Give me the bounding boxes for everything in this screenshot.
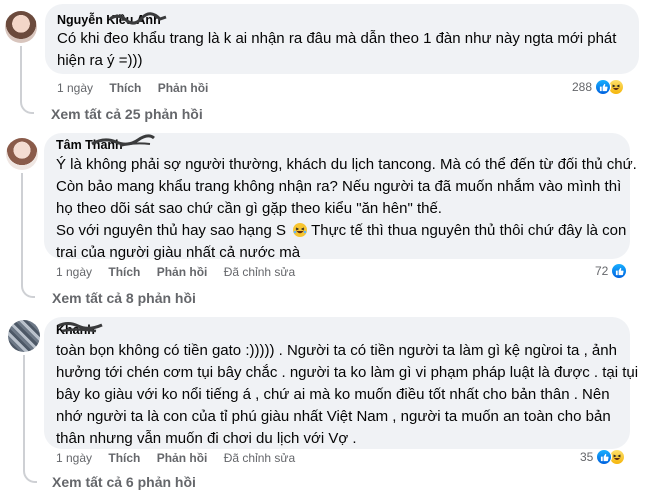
edited-label[interactable]: Đã chỉnh sửa xyxy=(224,451,295,465)
reply-button[interactable]: Phản hồi xyxy=(157,265,208,279)
like-button[interactable]: Thích xyxy=(108,265,140,279)
timestamp[interactable]: 1 ngày xyxy=(56,451,92,465)
reaction-summary[interactable]: 35 xyxy=(580,449,626,465)
reaction-count: 288 xyxy=(572,80,593,94)
comment-line: bây ko giàu với ko nổi tiếng á , chứ ai … xyxy=(56,386,610,403)
edited-label[interactable]: Đã chỉnh sửa xyxy=(224,265,295,279)
comment-actions: 1 ngày Thích Phản hồi xyxy=(57,81,221,95)
view-all-replies-link[interactable]: Xem tất cả 6 phản hồi xyxy=(52,474,196,490)
like-button[interactable]: Thích xyxy=(109,81,141,95)
view-all-replies-link[interactable]: Xem tất cả 25 phản hồi xyxy=(51,106,203,122)
comment-line-part: So với nguyên thủ hay sao hạng S xyxy=(56,222,286,239)
comment-line: Còn bảo mang khẩu trang không nhận ra? N… xyxy=(56,178,622,195)
name-redaction-scribble xyxy=(109,12,167,25)
laughing-emoji-icon xyxy=(293,223,308,237)
comment-actions: 1 ngày Thích Phản hồi Đã chỉnh sửa xyxy=(56,265,308,279)
comment-1: Nguyễn Kiều Anh Có khi đeo khẩu trang là… xyxy=(0,0,663,130)
comment-line: Ý là không phải sợ người thường, khách d… xyxy=(56,156,637,173)
reply-button[interactable]: Phản hồi xyxy=(157,451,208,465)
comment-line: nhớ người ta là con của tỉ phú giàu nhất… xyxy=(56,408,611,425)
like-icon xyxy=(611,263,628,279)
reply-button[interactable]: Phản hồi xyxy=(158,81,209,95)
name-redaction-scribble xyxy=(91,134,155,147)
avatar[interactable] xyxy=(6,138,38,170)
thread-connector xyxy=(21,173,35,298)
reaction-count: 72 xyxy=(595,264,609,278)
comment-text: Có khi đeo khẩu trang là k ai nhận ra đâ… xyxy=(57,28,616,72)
like-icon xyxy=(596,449,613,465)
comment-text: Ý là không phải sợ người thường, khách d… xyxy=(56,154,637,264)
reaction-count: 35 xyxy=(580,450,594,464)
comment-line: trai của người giàu nhất cả nước mà xyxy=(56,244,301,261)
avatar[interactable] xyxy=(5,11,37,43)
like-button[interactable]: Thích xyxy=(108,451,140,465)
comment-text: toàn bọn không có tiền gato :))))) . Ngư… xyxy=(56,340,638,450)
timestamp[interactable]: 1 ngày xyxy=(57,81,93,95)
comment-line: họ theo dõi sát sao chứ cần gì gặp theo … xyxy=(56,200,442,217)
thread-connector xyxy=(20,46,34,114)
comment-line: Có khi đeo khẩu trang là k ai nhận ra đâ… xyxy=(57,30,617,47)
comment-line: hiện ra ý =))) xyxy=(57,52,143,69)
thread-connector xyxy=(23,355,37,483)
reaction-summary[interactable]: 72 xyxy=(595,263,628,279)
like-icon xyxy=(595,79,612,95)
comment-actions: 1 ngày Thích Phản hồi Đã chỉnh sửa xyxy=(56,451,308,465)
comment-line: So với nguyên thủ hay sao hạng S Thực tế… xyxy=(56,220,637,242)
comment-line: hưởng tới chén cơm tụi bây chắc . người … xyxy=(56,364,639,381)
comment-3: Khánh toàn bọn không có tiền gato :)))))… xyxy=(0,312,663,500)
comment-2: Tâm Thanh Ý là không phải sợ người thườn… xyxy=(0,125,663,315)
comment-line-part: Thực tế thì thua nguyên thủ thôi chứ đây… xyxy=(307,222,627,239)
view-all-replies-link[interactable]: Xem tất cả 8 phản hồi xyxy=(52,290,196,306)
avatar[interactable] xyxy=(8,320,40,352)
comment-line: toàn bọn không có tiền gato :))))) . Ngư… xyxy=(56,342,617,359)
timestamp[interactable]: 1 ngày xyxy=(56,265,92,279)
comment-line: thân nhưng vẫn muốn đi chơi du lịch với … xyxy=(56,430,357,447)
reaction-summary[interactable]: 288 xyxy=(572,79,625,95)
name-redaction-scribble xyxy=(57,322,103,333)
